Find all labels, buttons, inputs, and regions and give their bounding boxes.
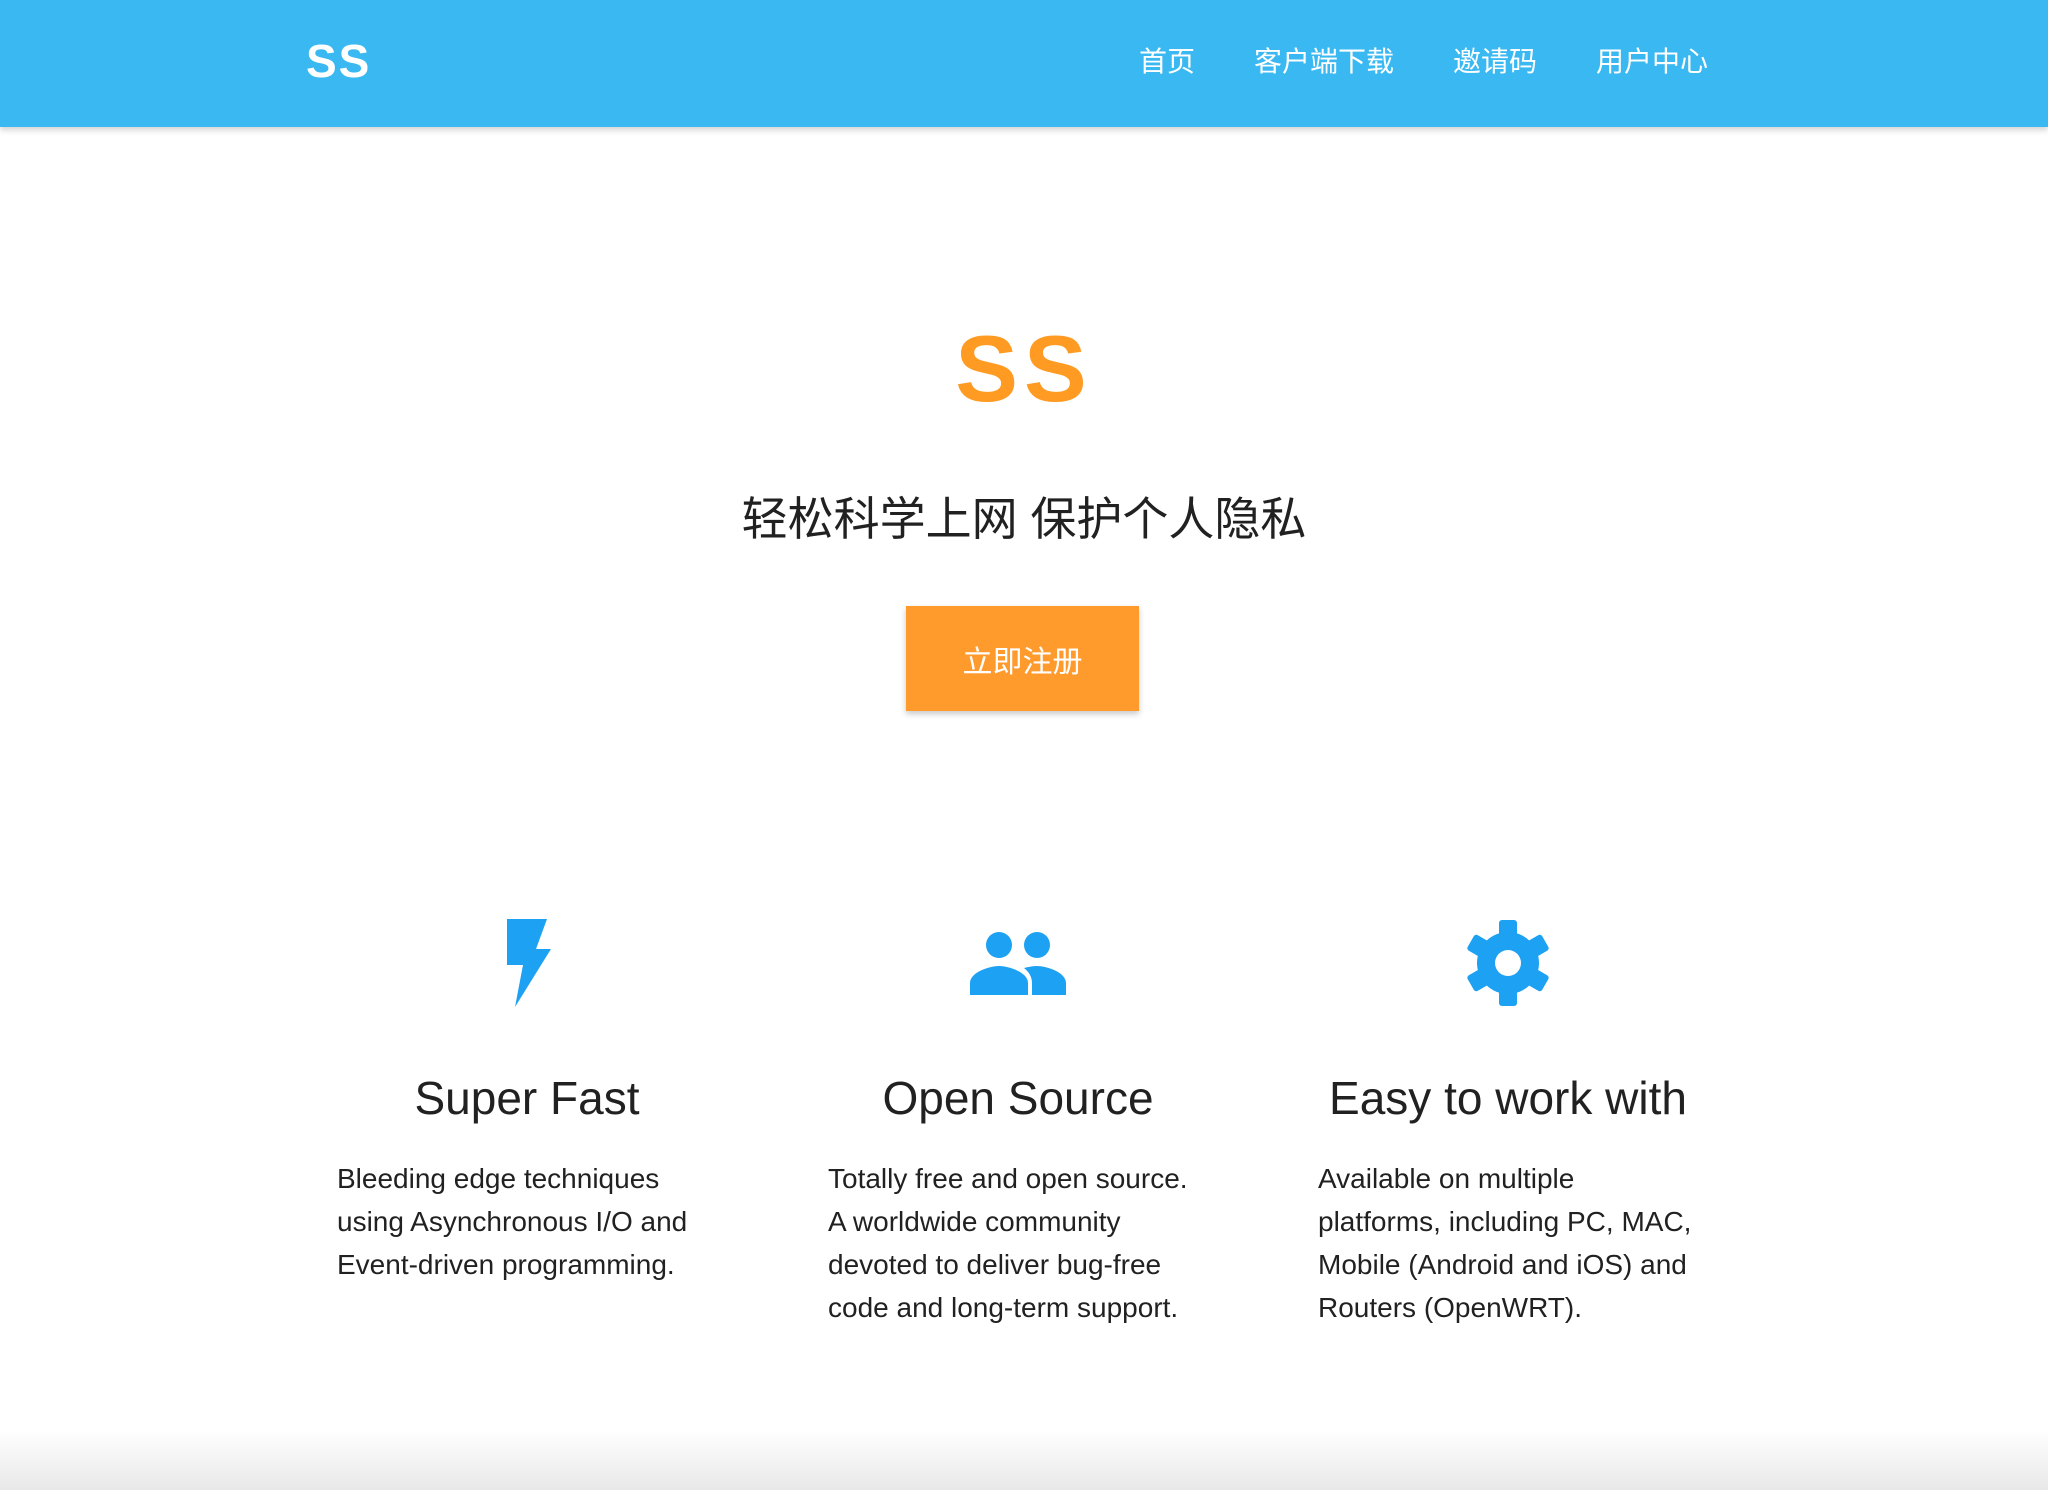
feature-description: Bleeding edge techniques using Asynchron… <box>337 1163 688 1280</box>
feature-title: Easy to work with <box>1329 1072 1687 1124</box>
page-bottom-shadow <box>0 1430 2048 1490</box>
feature-open-source: Open Source Totally free and open source… <box>828 915 1208 1329</box>
people-icon <box>828 915 1208 1010</box>
nav-link-client-download[interactable]: 客户端下载 <box>1254 47 1394 80</box>
feature-description: Available on multiple platforms, includi… <box>1318 1163 1692 1323</box>
feature-title: Super Fast <box>414 1072 640 1124</box>
flash-icon <box>337 915 717 1010</box>
hero-title: SS <box>955 316 1093 421</box>
nav-link-invite-code[interactable]: 邀请码 <box>1453 47 1537 80</box>
page: SS 首页 客户端下载 邀请码 用户中心 SS 轻松科学上网 保护个人隐私 立即… <box>0 0 2048 1490</box>
register-button[interactable]: 立即注册 <box>906 606 1139 711</box>
feature-title: Open Source <box>882 1072 1154 1124</box>
feature-super-fast: Super Fast Bleeding edge techniques usin… <box>337 915 717 1286</box>
feature-description: Totally free and open source. A worldwid… <box>828 1163 1188 1323</box>
nav-link-user-center[interactable]: 用户中心 <box>1596 47 1708 80</box>
feature-easy-to-work-with: Easy to work with Available on multiple … <box>1318 915 1698 1329</box>
nav-link-home[interactable]: 首页 <box>1139 47 1195 80</box>
gear-icon <box>1318 915 1698 1010</box>
hero-subtitle: 轻松科学上网 保护个人隐私 <box>741 493 1307 545</box>
brand-logo[interactable]: SS <box>306 38 371 84</box>
navbar: SS 首页 客户端下载 邀请码 用户中心 <box>0 0 2048 127</box>
nav-links: 首页 客户端下载 邀请码 用户中心 <box>1139 0 1708 127</box>
